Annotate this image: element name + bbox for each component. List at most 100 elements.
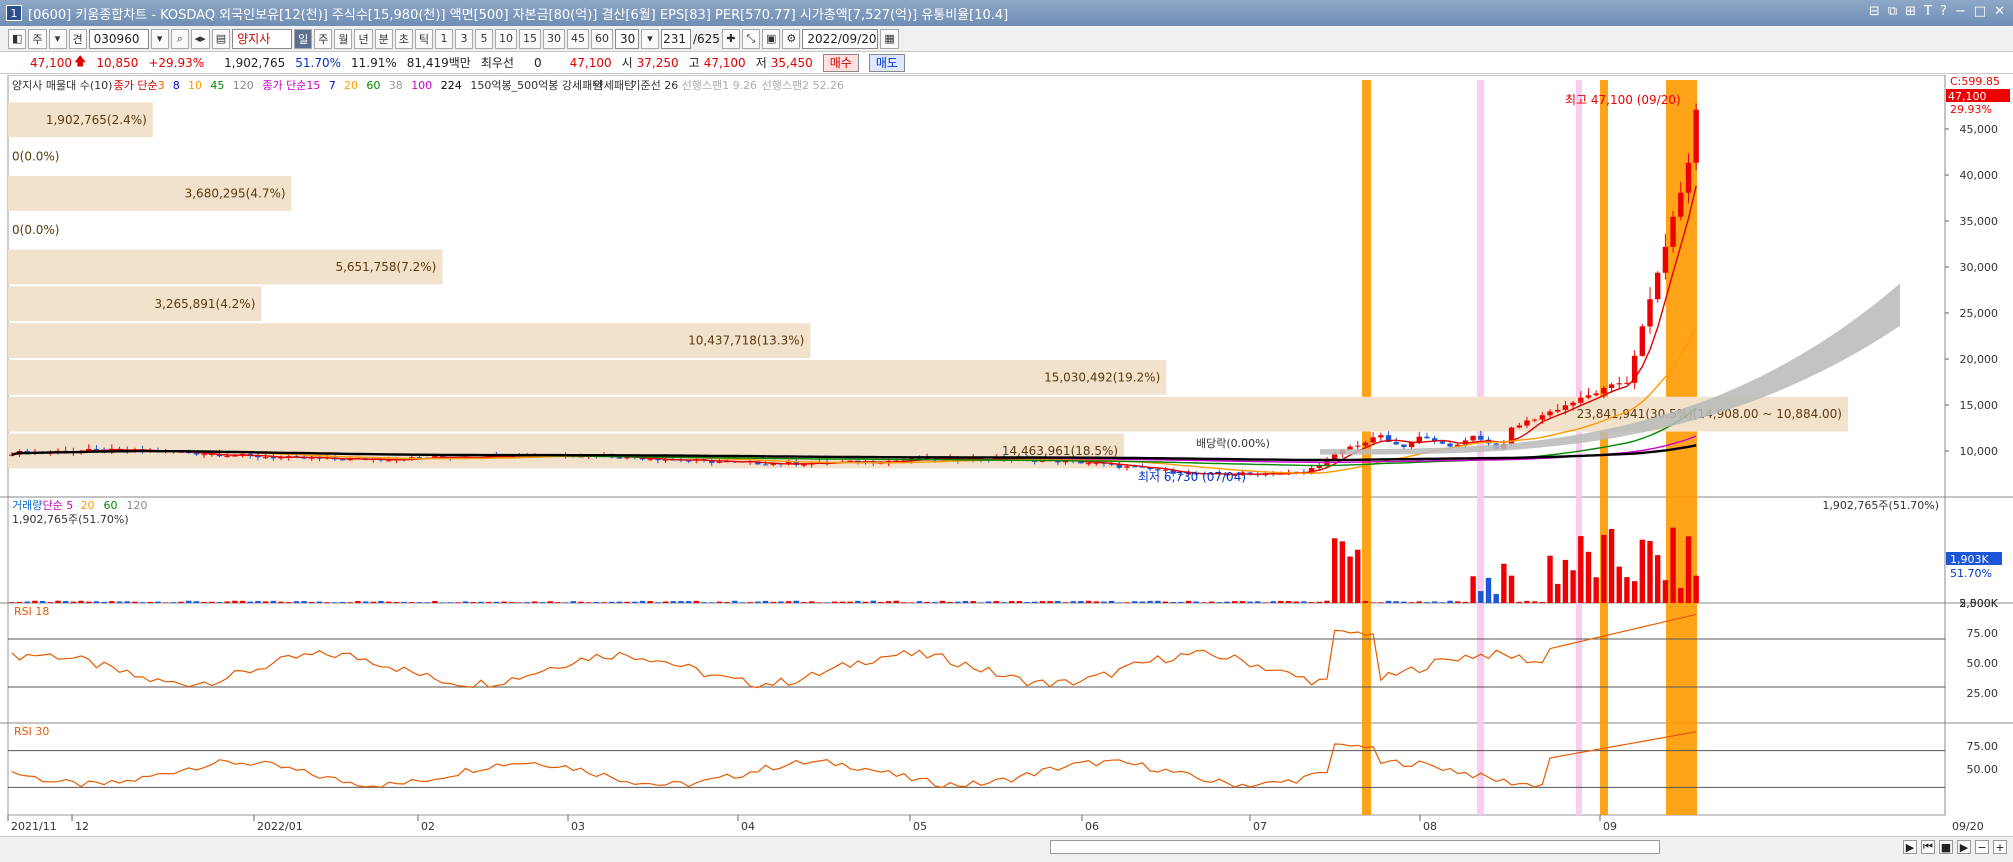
volume-bar [632, 601, 638, 603]
prev-next-icon[interactable]: ◂▸ [190, 28, 210, 49]
nav-controls: ▶ ⏮ ■ ▶ − + [1903, 840, 2007, 854]
stock-name-field[interactable]: 양지사 [232, 28, 293, 49]
close-button[interactable]: ✕ [1994, 4, 2005, 19]
zoom-in-icon[interactable]: + [1993, 840, 2007, 854]
x-tick-label: 04 [741, 820, 755, 833]
count-input[interactable]: 231 [660, 28, 691, 49]
forward-icon[interactable]: ▶ [1957, 840, 1971, 854]
rsi-title: RSI 30 [14, 725, 49, 738]
price-legend-item: 약세패턴 [594, 78, 634, 92]
volume-bar [216, 602, 223, 603]
minute-3[interactable]: 3 [454, 28, 473, 49]
volume-bar [709, 602, 715, 603]
x-tick-label: 02 [421, 820, 435, 833]
volume-bar [1385, 600, 1392, 603]
minute-5[interactable]: 5 [474, 28, 493, 49]
rsi-y-tick: 75.00 [1967, 627, 1999, 640]
interval-year[interactable]: 년 [354, 28, 373, 49]
volume-bar [193, 601, 200, 603]
volume-bar [1678, 587, 1684, 603]
dividend-annotation: 배당락(0.00%) [1196, 437, 1270, 450]
candle-body [262, 457, 269, 459]
minute-10[interactable]: 10 [494, 28, 517, 49]
candle-body [1678, 192, 1684, 217]
volume-bar [1101, 601, 1107, 603]
volume-bar [1232, 601, 1238, 603]
zoom-out-icon[interactable]: − [1975, 840, 1989, 854]
sell-button[interactable]: 매도 [868, 53, 905, 72]
search-mode-button[interactable]: 견 [68, 28, 87, 49]
volume-bar [401, 601, 407, 603]
interval-minute[interactable]: 분 [374, 28, 393, 49]
grid-icon[interactable]: ⊞ [1905, 4, 1916, 19]
search-icon[interactable]: ⌕ [170, 28, 189, 49]
code-dropdown-icon[interactable]: ▾ [150, 28, 169, 49]
stock-code-input[interactable]: 030960 [88, 28, 149, 49]
tile-icon[interactable]: ⧉ [1888, 4, 1897, 19]
minute-15[interactable]: 15 [518, 28, 541, 49]
volume-bar [1478, 591, 1484, 603]
up-arrow-icon: 🡅 [74, 54, 87, 68]
interval-day[interactable]: 일 [294, 28, 313, 49]
settings-gear-icon[interactable]: ⚙ [782, 28, 801, 49]
rsi-y-tick: 75.00 [1967, 740, 1999, 753]
volume-bar [1308, 602, 1315, 603]
interval-month[interactable]: 월 [334, 28, 353, 49]
chart-scrollbar[interactable] [1050, 840, 1660, 854]
price-legend-item: 15 [306, 79, 320, 92]
layout-icon[interactable]: ◧ [8, 28, 27, 49]
candle-body [201, 454, 207, 456]
candle-body [1447, 443, 1453, 447]
period-dropdown[interactable]: ▾ [48, 28, 67, 49]
volume-bar [1085, 600, 1092, 603]
font-icon[interactable]: T [1924, 4, 1932, 19]
dock-icon[interactable]: ⊟ [1869, 4, 1880, 19]
volume-bar [532, 601, 538, 603]
draw-icon[interactable]: ⤡ [741, 28, 760, 49]
help-icon[interactable]: ? [1940, 4, 1947, 19]
buy-button[interactable]: 매수 [822, 53, 859, 72]
minute-dropdown-icon[interactable]: ▾ [640, 28, 659, 49]
chart-area[interactable]: 1,902,765(2.4%) 0(0.0%) 3,680,295(4.7%) 0(0… [0, 75, 2013, 835]
period-button-week[interactable]: 주 [28, 28, 47, 49]
stop-icon[interactable]: ■ [1939, 840, 1953, 854]
volume-bar [1639, 539, 1646, 603]
volume-bar [647, 601, 653, 603]
candle-body [1593, 393, 1599, 396]
minute-value-input[interactable]: 30 [614, 28, 639, 49]
chart-toolbar: ◧ 주 ▾ 견 030960 ▾ ⌕ ◂▸ ▤ 양지사 일 주 월 년 분 초 … [0, 26, 2013, 52]
candle-body [339, 459, 346, 461]
volume-bar [116, 601, 123, 603]
volume-bar [1370, 602, 1376, 603]
candle-body [1478, 435, 1484, 440]
play-icon[interactable]: ▶ [1903, 840, 1917, 854]
minimize-button[interactable]: − [1955, 4, 1966, 19]
minute-30[interactable]: 30 [542, 28, 565, 49]
volume-bar [1039, 601, 1046, 603]
volume-profile-bar [8, 396, 1848, 432]
volume-bar [593, 601, 600, 603]
minute-1[interactable]: 1 [434, 28, 453, 49]
volume-bar [1501, 563, 1507, 603]
tools-icon[interactable]: ✚ [721, 28, 740, 49]
minute-60[interactable]: 60 [590, 28, 613, 49]
minute-45[interactable]: 45 [566, 28, 589, 49]
price-legend-item: 224 [441, 79, 462, 92]
filter-icon[interactable]: ▤ [211, 28, 231, 49]
volume-bar [878, 601, 884, 603]
volume-bar [239, 600, 246, 603]
interval-second[interactable]: 초 [394, 28, 413, 49]
volume-bar [578, 601, 584, 603]
save-icon[interactable]: ▣ [761, 28, 781, 49]
quote-volume: 1,902,765 [224, 55, 286, 70]
y-tick-label: 20,000 [1960, 353, 1999, 366]
date-input[interactable]: 2022/09/20 [802, 28, 879, 49]
maximize-button[interactable]: □ [1974, 4, 1986, 19]
volume-bar [524, 602, 530, 603]
calendar-icon[interactable]: ▦ [880, 28, 899, 49]
volume-bar [1555, 583, 1561, 603]
interval-week[interactable]: 주 [314, 28, 333, 49]
rewind-icon[interactable]: ⏮ [1921, 840, 1935, 854]
volume-bar [139, 602, 146, 603]
interval-tick[interactable]: 틱 [414, 28, 433, 49]
